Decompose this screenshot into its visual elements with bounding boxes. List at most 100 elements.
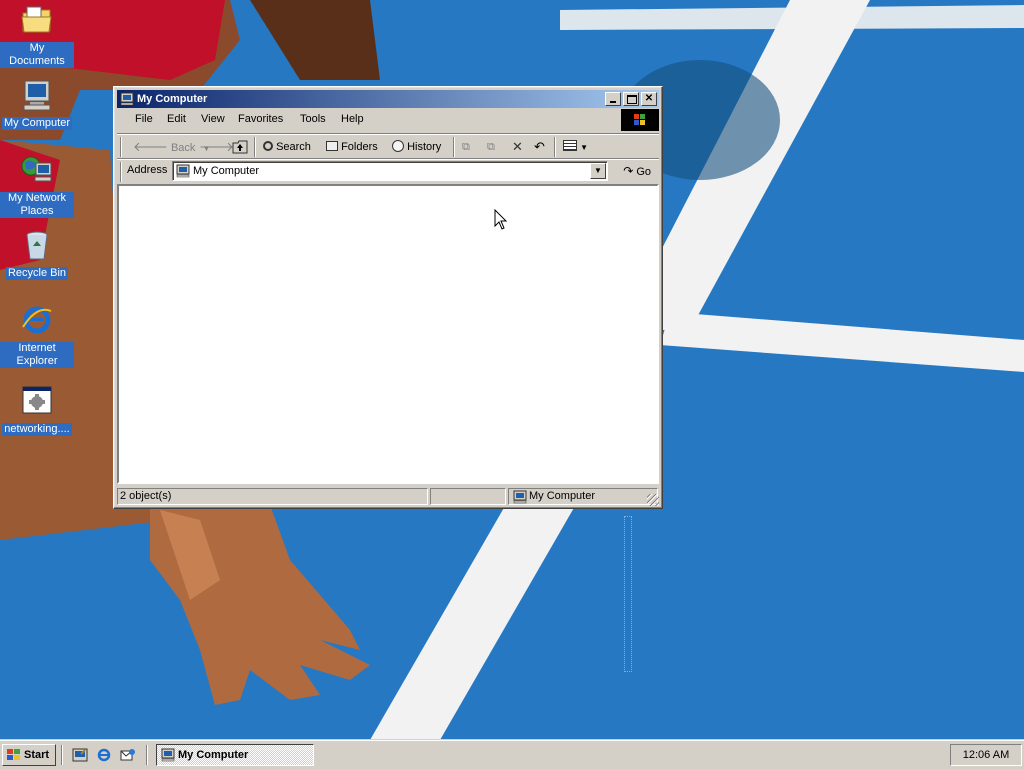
menu-view[interactable]: View	[201, 113, 225, 125]
toolbar-grip	[120, 162, 122, 182]
desktop-icon-label: My Documents	[0, 42, 74, 68]
search-label: Search	[276, 141, 311, 153]
drag-outline	[624, 516, 632, 672]
taskbar-separator	[146, 745, 148, 765]
address-input[interactable]: My Computer ▼	[172, 161, 608, 181]
menu-help[interactable]: Help	[341, 113, 364, 125]
views-icon	[563, 140, 577, 151]
delete-button[interactable]: ✕	[512, 138, 523, 156]
back-label: Back	[170, 142, 196, 154]
up-folder-icon	[232, 140, 248, 154]
system-tray: 12:06 AM	[950, 744, 1022, 766]
copy-to-button[interactable]: ⧉	[487, 138, 495, 156]
undo-icon: ↶	[534, 139, 545, 154]
maximize-icon	[627, 95, 637, 104]
windows-logo	[621, 109, 659, 131]
clock[interactable]: 12:06 AM	[963, 749, 1009, 761]
menu-tools[interactable]: Tools	[300, 113, 326, 125]
status-zone-label: My Computer	[529, 490, 596, 502]
close-button[interactable]: ✕	[641, 92, 657, 106]
toolbar-grip	[120, 137, 122, 157]
window-title: My Computer	[137, 93, 208, 105]
menu-bar: File Edit View Favorites Tools Help	[117, 110, 659, 130]
taskbar-button-my-computer[interactable]: My Computer	[156, 744, 314, 766]
network-icon	[21, 156, 52, 182]
toolbar-separator	[254, 137, 256, 157]
undo-button[interactable]: ↶	[534, 138, 545, 156]
up-button[interactable]	[232, 138, 248, 156]
status-object-count: 2 object(s)	[117, 488, 428, 505]
chevron-down-icon: ▼	[594, 166, 602, 175]
computer-icon	[23, 80, 51, 111]
desktop-icon-label: My Network Places	[0, 192, 74, 218]
status-zone: My Computer	[508, 488, 658, 505]
menu-file[interactable]: File	[135, 113, 153, 125]
desktop-icon-label: My Computer	[1, 117, 73, 130]
folder-icon	[21, 6, 52, 33]
taskbar-button-label: My Computer	[178, 749, 249, 761]
start-button[interactable]: Start	[2, 744, 56, 766]
back-arrow-icon: 🡐	[133, 139, 168, 154]
go-arrow-icon: ↷	[623, 164, 634, 178]
windows-flag-icon	[7, 749, 20, 760]
desktop-icon-internet-explorer[interactable]: Internet Explorer	[0, 303, 74, 368]
desktop-icon-recycle-bin[interactable]: Recycle Bin	[0, 228, 74, 280]
chevron-down-icon: ▼	[580, 143, 588, 152]
address-dropdown-button[interactable]: ▼	[590, 163, 606, 179]
mouse-pointer-icon	[494, 209, 508, 230]
forward-arrow-icon: 🡒	[199, 139, 234, 154]
title-bar[interactable]: My Computer ✕	[117, 90, 659, 108]
desktop-icon-my-documents[interactable]: My Documents	[0, 3, 74, 68]
windows-flag-icon	[634, 114, 645, 125]
recycle-bin-icon	[26, 231, 48, 260]
copy-to-icon: ⧉	[487, 141, 495, 153]
show-desktop-icon[interactable]	[72, 747, 88, 763]
start-label: Start	[24, 749, 50, 761]
move-to-button[interactable]: ⧉	[462, 138, 470, 156]
menu-edit[interactable]: Edit	[167, 113, 186, 125]
desktop-icon-my-network-places[interactable]: My Network Places	[0, 153, 74, 218]
computer-icon	[120, 92, 134, 106]
ie-icon	[22, 306, 52, 334]
folders-label: Folders	[341, 141, 378, 153]
go-button[interactable]: ↷ Go	[623, 164, 651, 178]
file-view-pane[interactable]	[117, 184, 659, 484]
desktop-icon-label: Recycle Bin	[5, 267, 69, 280]
close-icon: ✕	[644, 93, 654, 104]
go-label: Go	[636, 166, 651, 178]
minimize-button[interactable]	[605, 92, 621, 106]
folders-button[interactable]: Folders	[326, 138, 378, 156]
desktop-icon-my-computer[interactable]: My Computer	[0, 78, 74, 130]
toolbar-separator	[554, 137, 556, 157]
taskbar: Start My Computer 12:06 AM	[0, 740, 1024, 769]
minimize-icon	[610, 101, 616, 103]
move-to-icon: ⧉	[462, 141, 470, 153]
computer-icon	[161, 748, 175, 762]
program-icon	[22, 386, 52, 414]
computer-icon	[513, 490, 527, 504]
views-button[interactable]: ▼	[563, 138, 588, 156]
status-size	[430, 488, 506, 505]
folders-icon	[326, 141, 338, 151]
my-computer-window[interactable]: My Computer ✕ File Edit View Favorites T…	[113, 86, 663, 509]
maximize-button[interactable]	[623, 92, 639, 106]
address-label: Address	[127, 164, 168, 176]
toolbar-separator	[453, 137, 455, 157]
delete-icon: ✕	[512, 139, 523, 154]
standard-toolbar: 🡐 Back ▼ 🡒 ▼ Search Folders History	[117, 133, 659, 158]
desktop-icon-networking[interactable]: networking....	[0, 384, 74, 436]
desktop-icon-label: networking....	[2, 423, 72, 436]
history-button[interactable]: History	[392, 138, 441, 156]
search-button[interactable]: Search	[263, 138, 311, 156]
outlook-express-icon[interactable]	[120, 747, 136, 763]
search-icon	[263, 141, 273, 151]
resize-grip-icon[interactable]	[647, 494, 659, 506]
taskbar-separator	[61, 745, 63, 765]
address-bar: Address My Computer ▼ ↷ Go	[117, 158, 659, 183]
ie-icon[interactable]	[96, 747, 112, 763]
computer-icon	[176, 164, 190, 178]
menu-favorites[interactable]: Favorites	[238, 113, 283, 125]
history-clock-icon	[392, 140, 404, 152]
history-label: History	[407, 141, 442, 153]
status-bar: 2 object(s) My Computer	[117, 487, 659, 507]
